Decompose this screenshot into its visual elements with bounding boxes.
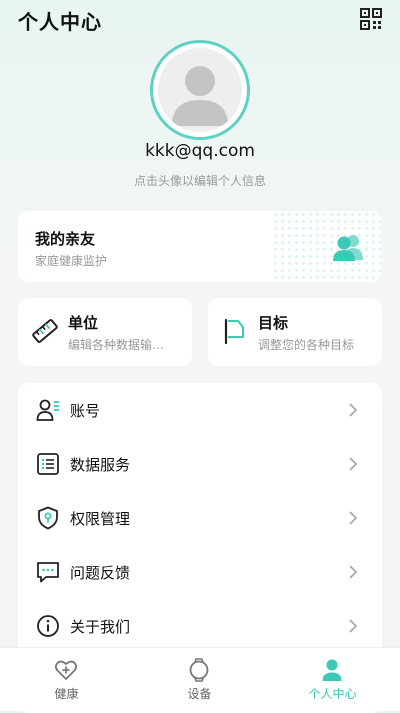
- chevron-right-icon: [349, 403, 358, 417]
- flag-icon: [224, 318, 244, 344]
- menu-item-feedback[interactable]: 问题反馈: [18, 545, 382, 599]
- unit-card-subtitle: 编辑各种数据输…: [68, 338, 165, 352]
- menu-item-data-service[interactable]: 数据服务: [18, 437, 382, 491]
- watch-icon: [189, 658, 209, 682]
- unit-card-title: 单位: [68, 314, 99, 332]
- tab-health[interactable]: 健康: [0, 648, 133, 712]
- ruler-icon: [32, 319, 58, 343]
- avatar[interactable]: [150, 40, 250, 140]
- menu-item-account[interactable]: 账号: [18, 383, 382, 437]
- menu-item-label: 账号: [70, 402, 101, 420]
- family-card-subtitle: 家庭健康监护: [35, 254, 108, 268]
- menu-item-about[interactable]: 关于我们: [18, 599, 382, 653]
- edit-profile-hint: 点击头像以编辑个人信息: [133, 174, 266, 188]
- tab-label: 个人中心: [308, 687, 357, 701]
- menu-item-label: 问题反馈: [70, 564, 131, 582]
- tab-label: 设备: [187, 687, 212, 701]
- menu-item-permissions[interactable]: 权限管理: [18, 491, 382, 545]
- shield-icon: [38, 506, 58, 530]
- info-icon: [37, 615, 59, 637]
- heart-plus-icon: [54, 660, 78, 680]
- chevron-right-icon: [349, 457, 358, 471]
- chevron-right-icon: [349, 619, 358, 633]
- my-family-card[interactable]: 我的亲友 家庭健康监护: [18, 211, 382, 282]
- tab-label: 健康: [54, 687, 79, 701]
- data-service-icon: [37, 453, 59, 475]
- menu-item-label: 数据服务: [70, 456, 131, 474]
- dot-pattern-decoration: [272, 211, 382, 282]
- family-card-title: 我的亲友: [35, 230, 96, 248]
- menu-item-label: 关于我们: [70, 618, 131, 636]
- account-icon: [36, 399, 59, 421]
- page-title: 个人中心: [18, 10, 102, 34]
- qr-code-icon[interactable]: [360, 8, 382, 30]
- chevron-right-icon: [349, 511, 358, 525]
- feedback-icon: [37, 562, 59, 583]
- header: 个人中心: [0, 0, 400, 36]
- menu-item-label: 权限管理: [70, 510, 131, 528]
- chevron-right-icon: [349, 565, 358, 579]
- goal-card-subtitle: 调整您的各种目标: [258, 338, 355, 352]
- person-icon: [322, 659, 342, 681]
- user-email: kkk@qq.com: [145, 141, 255, 161]
- unit-card[interactable]: 单位 编辑各种数据输…: [18, 298, 192, 366]
- tab-devices[interactable]: 设备: [133, 648, 266, 712]
- goal-card[interactable]: 目标 调整您的各种目标: [208, 298, 382, 366]
- tab-profile[interactable]: 个人中心: [266, 648, 399, 712]
- goal-card-title: 目标: [258, 314, 289, 332]
- bottom-tab-bar: 健康 设备 个人中心: [0, 647, 400, 711]
- default-avatar-icon: [158, 48, 242, 132]
- family-icon: [333, 235, 363, 261]
